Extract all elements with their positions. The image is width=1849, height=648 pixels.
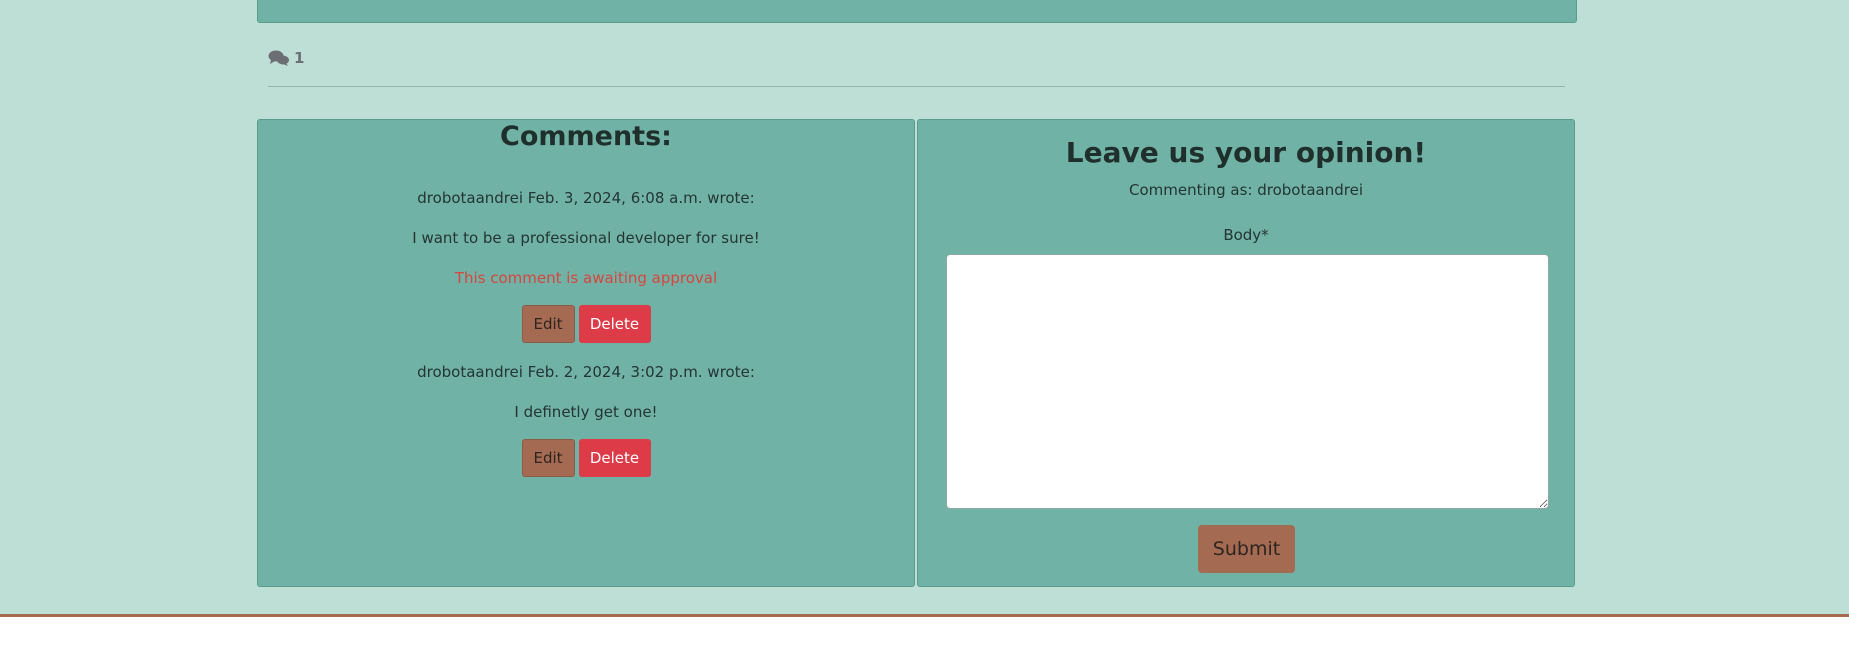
comment-awaiting-approval: This comment is awaiting approval — [454, 269, 718, 287]
comment-form-panel: Leave us your opinion! Commenting as: dr… — [917, 119, 1575, 587]
footer-border — [0, 614, 1849, 617]
comment-count: 1 — [268, 48, 304, 68]
body-field-label: Body* — [1223, 226, 1269, 244]
edit-comment-button[interactable]: Edit — [521, 439, 575, 477]
divider — [268, 86, 1565, 87]
commenting-as-text: Commenting as: drobotaandrei — [1128, 181, 1364, 199]
delete-comment-button[interactable]: Delete — [578, 305, 651, 343]
comment-byline: drobotaandrei Feb. 3, 2024, 6:08 a.m. wr… — [417, 189, 755, 207]
comment-body-textarea[interactable] — [946, 254, 1549, 509]
comment-body: I want to be a professional developer fo… — [412, 229, 760, 247]
delete-comment-button[interactable]: Delete — [578, 439, 651, 477]
comment-byline: drobotaandrei Feb. 2, 2024, 3:02 p.m. wr… — [417, 363, 755, 381]
edit-comment-button[interactable]: Edit — [521, 305, 575, 343]
comments-panel: Comments: drobotaandrei Feb. 3, 2024, 6:… — [257, 119, 915, 587]
comment-body: I definetly get one! — [514, 403, 658, 421]
comments-heading: Comments: — [500, 121, 672, 152]
submit-button[interactable]: Submit — [1198, 525, 1295, 573]
comments-icon — [268, 49, 290, 67]
comment-count-value: 1 — [294, 49, 305, 67]
comment-actions: Edit Delete — [258, 305, 914, 343]
form-heading: Leave us your opinion! — [1065, 136, 1427, 169]
post-content-card — [257, 0, 1577, 23]
comment-actions: Edit Delete — [258, 439, 914, 477]
